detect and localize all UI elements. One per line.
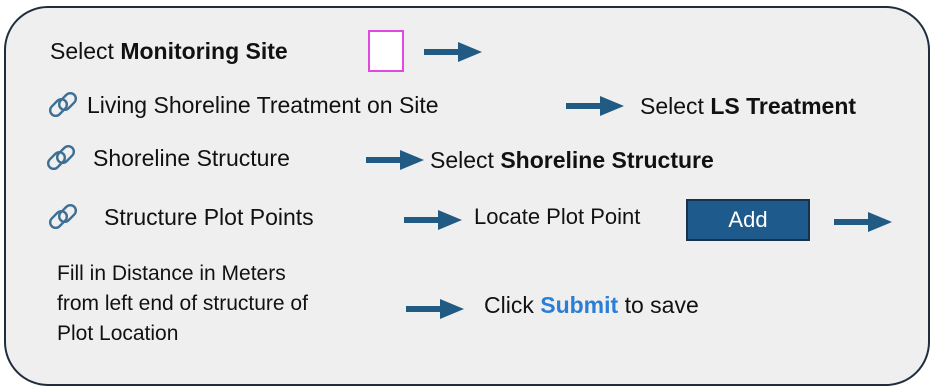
arrow-right-icon bbox=[566, 96, 624, 116]
add-button[interactable]: Add bbox=[686, 199, 810, 241]
fill-distance-line: from left end of structure of bbox=[57, 292, 308, 315]
step1-bold-label: Monitoring Site bbox=[120, 38, 288, 64]
step-ls-treatment: Living Shoreline Treatment on Site bbox=[46, 88, 439, 122]
step1-prefix: Select bbox=[50, 38, 121, 64]
shoreline-structure-action: Select Shoreline Structure bbox=[430, 146, 714, 174]
arrow-right-icon bbox=[406, 299, 464, 319]
ls-treatment-action-prefix: Select bbox=[640, 93, 711, 119]
fill-distance-instructions: Fill in Distance in Meters from left end… bbox=[57, 259, 308, 349]
link-icon[interactable] bbox=[46, 88, 80, 122]
submit-link[interactable]: Submit bbox=[540, 291, 618, 319]
arrow-right-icon bbox=[366, 150, 424, 170]
step-structure-plot-points: Structure Plot Points bbox=[46, 200, 314, 234]
step-shoreline-structure: Shoreline Structure bbox=[44, 141, 290, 175]
step-select-monitoring-site: Select Monitoring Site bbox=[50, 37, 288, 65]
link-icon[interactable] bbox=[46, 200, 80, 234]
shoreline-structure-link-label[interactable]: Shoreline Structure bbox=[93, 144, 290, 172]
arrow-right-icon bbox=[404, 210, 462, 230]
ls-treatment-action-bold: LS Treatment bbox=[710, 93, 857, 119]
submit-prefix: Click bbox=[484, 292, 541, 318]
submit-instruction: Click Submit to save bbox=[484, 291, 699, 319]
monitoring-site-select-box[interactable] bbox=[368, 30, 404, 72]
locate-plot-point-label: Locate Plot Point bbox=[474, 204, 641, 229]
submit-suffix: to save bbox=[618, 292, 699, 318]
arrow-right-icon bbox=[834, 212, 892, 232]
fill-distance-line: Plot Location bbox=[57, 322, 179, 345]
arrow-right-icon bbox=[424, 42, 482, 62]
shoreline-structure-action-bold: Shoreline Structure bbox=[500, 147, 714, 173]
ls-treatment-action: Select LS Treatment bbox=[640, 92, 856, 120]
ls-treatment-link-label[interactable]: Living Shoreline Treatment on Site bbox=[87, 91, 439, 119]
shoreline-structure-action-prefix: Select bbox=[430, 147, 501, 173]
link-icon[interactable] bbox=[44, 141, 78, 175]
structure-plot-points-link-label[interactable]: Structure Plot Points bbox=[104, 203, 314, 231]
fill-distance-line: Fill in Distance in Meters bbox=[57, 262, 286, 285]
